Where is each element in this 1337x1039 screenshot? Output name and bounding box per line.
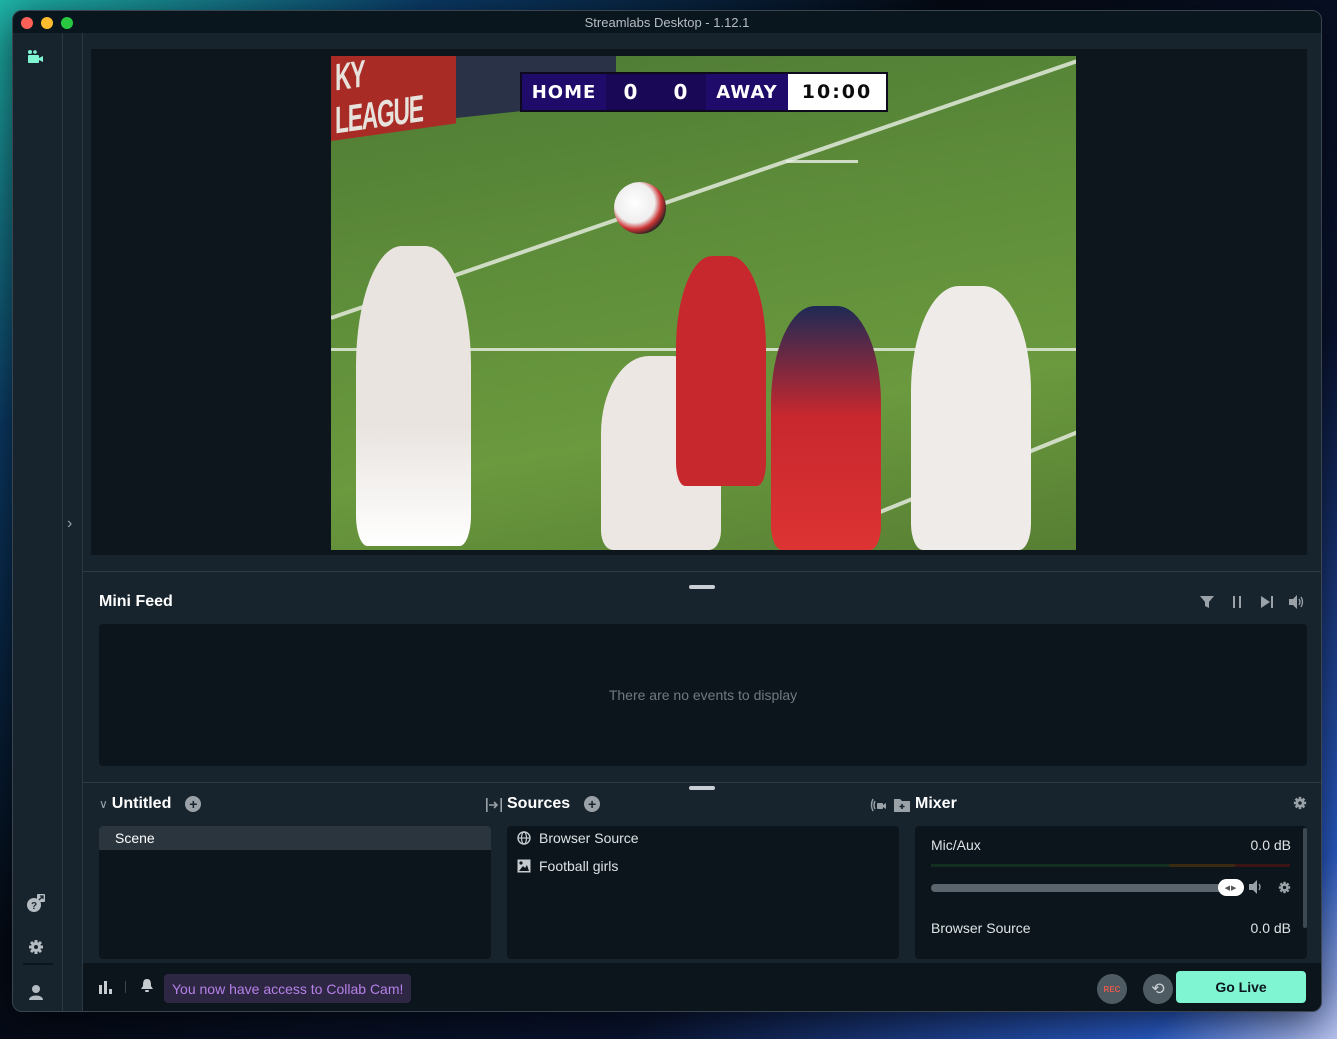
game-clock: 10:00 xyxy=(788,74,886,110)
mixer-channel-mic: Mic/Aux 0.0 dB xyxy=(931,837,1291,853)
app-window: Streamlabs Desktop - 1.12.1 ? › KY LEAGU… xyxy=(12,10,1322,1012)
chevron-right-icon[interactable]: › xyxy=(67,515,72,533)
home-label: HOME xyxy=(522,74,606,110)
help-external-icon[interactable]: ? xyxy=(26,893,46,913)
scoreboard-overlay: HOME 0 0 AWAY 10:00 xyxy=(520,72,888,112)
divider xyxy=(83,571,1321,572)
volume-slider-track[interactable] xyxy=(931,884,1231,892)
player xyxy=(911,286,1031,550)
mini-feed-events: There are no events to display xyxy=(99,624,1307,766)
sources-list: Browser Source Football girls xyxy=(507,826,899,959)
add-scene-button[interactable]: + xyxy=(185,796,202,812)
football-image-source[interactable]: KY LEAGUE HOME 0 0 AWAY 10:00 xyxy=(331,56,1076,550)
chevron-down-icon[interactable]: ∨ xyxy=(99,797,108,811)
gear-icon[interactable] xyxy=(26,937,46,957)
feed-resize-handle[interactable] xyxy=(689,786,715,790)
source-item[interactable]: Browser Source xyxy=(517,830,639,846)
mixer-channels: Mic/Aux 0.0 dB ◀▶ Browser Source 0.0 dB xyxy=(915,826,1307,959)
scenes-header: ∨ Untitled + xyxy=(99,795,202,813)
channel-level: 0.0 dB xyxy=(1250,837,1291,853)
replay-icon: ⟲ xyxy=(1151,981,1165,998)
player xyxy=(676,256,766,486)
speaker-icon[interactable] xyxy=(1289,594,1305,610)
close-window-button[interactable] xyxy=(21,17,33,29)
stream-preview[interactable]: KY LEAGUE HOME 0 0 AWAY 10:00 xyxy=(91,49,1307,555)
channel-label: Mic/Aux xyxy=(931,837,981,853)
mixer-title: Mixer xyxy=(915,795,957,812)
image-icon xyxy=(517,859,531,873)
window-controls xyxy=(21,17,73,29)
sidebar-divider xyxy=(23,963,53,965)
footer-separator xyxy=(125,981,126,993)
sources-title: Sources xyxy=(507,795,571,812)
collab-cam-icon[interactable] xyxy=(869,797,887,818)
player xyxy=(771,306,881,550)
mixer-settings-gear-icon[interactable] xyxy=(1293,796,1307,815)
transition-icon[interactable] xyxy=(485,797,503,818)
window-title: Streamlabs Desktop - 1.12.1 xyxy=(584,14,750,30)
footer-bar: You now have access to Collab Cam! REC ⟲… xyxy=(83,963,1321,1011)
source-item[interactable]: Football girls xyxy=(517,858,618,874)
studio-camera-icon[interactable] xyxy=(26,47,46,67)
divider xyxy=(83,782,1321,783)
sources-header: Sources + xyxy=(507,795,601,813)
add-source-button[interactable]: + xyxy=(584,796,601,812)
go-live-button[interactable]: Go Live xyxy=(1176,971,1306,1003)
volume-slider-thumb[interactable]: ◀▶ xyxy=(1218,879,1244,896)
player xyxy=(356,246,471,546)
scenes-list: Scene xyxy=(99,826,491,959)
empty-events-message: There are no events to display xyxy=(608,687,798,703)
mixer-scrollbar[interactable] xyxy=(1303,828,1307,928)
notification-banner[interactable]: You now have access to Collab Cam! xyxy=(164,974,412,1003)
mixer-channel-browser: Browser Source 0.0 dB xyxy=(931,920,1291,936)
scene-collection-name[interactable]: Untitled xyxy=(112,795,172,813)
user-icon[interactable] xyxy=(26,982,46,1002)
home-score: 0 xyxy=(606,74,656,110)
filter-icon[interactable] xyxy=(1199,594,1215,610)
channel-settings-gear-icon[interactable] xyxy=(1278,881,1291,899)
record-button[interactable]: REC xyxy=(1097,974,1127,1004)
channel-level: 0.0 dB xyxy=(1250,920,1291,936)
replay-buffer-button[interactable]: ⟲ xyxy=(1143,974,1173,1004)
pause-icon[interactable] xyxy=(1229,594,1245,610)
sidebar: ? xyxy=(13,33,63,1011)
maximize-window-button[interactable] xyxy=(61,17,73,29)
skip-forward-icon[interactable] xyxy=(1259,594,1275,610)
add-folder-icon[interactable] xyxy=(893,797,911,818)
title-bar: Streamlabs Desktop - 1.12.1 xyxy=(13,11,1321,33)
minimize-window-button[interactable] xyxy=(41,17,53,29)
volume-meter xyxy=(931,864,1290,867)
bell-icon[interactable] xyxy=(140,978,154,999)
mini-feed-title: Mini Feed xyxy=(99,593,173,610)
soccer-ball xyxy=(614,182,666,234)
channel-label: Browser Source xyxy=(931,920,1031,936)
ad-banner: KY LEAGUE xyxy=(331,56,456,142)
preview-resize-handle[interactable] xyxy=(689,585,715,589)
field-line xyxy=(786,160,858,163)
scene-item[interactable]: Scene xyxy=(99,826,491,850)
performance-stats-icon[interactable] xyxy=(99,980,113,999)
collapse-column: › xyxy=(63,33,83,1011)
mute-speaker-icon[interactable] xyxy=(1249,880,1265,899)
away-label: AWAY xyxy=(706,74,788,110)
editor-main: KY LEAGUE HOME 0 0 AWAY 10:00 Mini Feed … xyxy=(83,33,1321,1011)
svg-text:?: ? xyxy=(31,901,37,912)
globe-icon xyxy=(517,831,531,845)
mini-feed-toolbar xyxy=(1199,594,1305,610)
away-score: 0 xyxy=(656,74,706,110)
mixer-header: Mixer xyxy=(915,795,957,813)
